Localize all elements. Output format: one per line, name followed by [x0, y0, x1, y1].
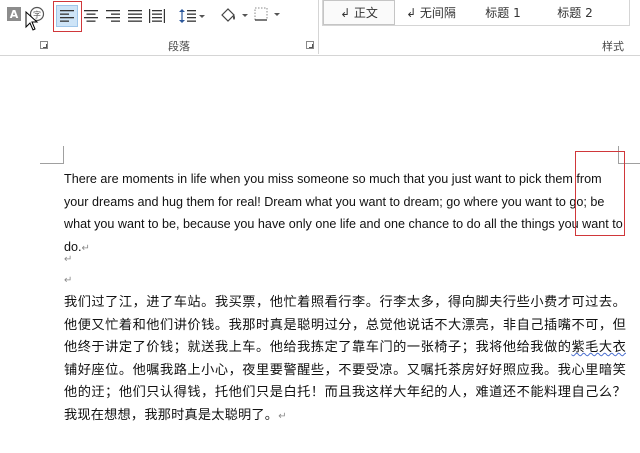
styles-group-label: 样式 [602, 40, 624, 53]
page-corner-mark-left [40, 146, 64, 164]
borders-icon [254, 7, 280, 21]
distributed-align-icon [149, 9, 165, 23]
chinese-paragraph-text-a: 我们过了江，进了车站。我买票，他忙着照看行李。行李太多，得向脚夫行些小费才可过去… [64, 295, 626, 355]
paragraph-dialog-launcher[interactable] [306, 41, 314, 49]
style-no-spacing[interactable]: ↲ 无间隔 [395, 0, 467, 25]
style-heading-1[interactable]: 标题 1 [467, 0, 539, 25]
align-right-icon [106, 10, 120, 22]
paragraph-mark: ↵ [81, 242, 90, 254]
paragraph-mark: ↵ [278, 410, 287, 422]
styles-gallery: ↲ 正文 ↲ 无间隔 标题 1 标题 2 [322, 0, 630, 26]
right-edge-highlight [575, 151, 625, 236]
style-normal[interactable]: ↲ 正文 [323, 0, 395, 25]
english-paragraph-text: There are moments in life when you miss … [64, 172, 623, 254]
spelling-underlined-text: 紫毛大衣 [571, 340, 626, 355]
align-center-button[interactable] [80, 5, 102, 27]
paint-bucket-icon [221, 8, 248, 22]
chinese-paragraph[interactable]: 我们过了江，进了车站。我买票，他忙着照看行李。行李太多，得向脚夫行些小费才可过去… [64, 292, 626, 428]
group-separator [318, 0, 319, 54]
empty-paragraph-1[interactable]: ↵ [64, 254, 72, 265]
align-left-highlight [53, 1, 82, 32]
justify-button[interactable] [124, 5, 146, 27]
english-paragraph[interactable]: There are moments in life when you miss … [64, 168, 624, 260]
align-right-button[interactable] [102, 5, 124, 27]
font-dialog-launcher[interactable] [40, 41, 48, 49]
style-heading-2[interactable]: 标题 2 [539, 0, 611, 25]
paragraph-group-label: 段落 [168, 40, 190, 53]
borders-button[interactable] [252, 4, 284, 26]
chinese-paragraph-text-b: 铺好座位。他嘱我路上小心，夜里要警醒些，不要受凉。又嘱托茶房好好照应我。我心里暗… [64, 362, 626, 423]
empty-paragraph-2[interactable]: ↵ [64, 275, 72, 286]
svg-text:A: A [10, 8, 19, 21]
align-center-icon [84, 10, 98, 22]
ribbon: A 字 段落 ↲ 正文 ↲ 无间隔 标题 1 标题 2 样式 [0, 0, 640, 56]
line-spacing-button[interactable] [176, 5, 208, 27]
line-spacing-icon [179, 9, 205, 23]
character-shading-icon: A [7, 7, 21, 21]
justify-icon [128, 10, 142, 22]
distributed-button[interactable] [146, 5, 168, 27]
character-shading-button[interactable]: A [4, 4, 24, 24]
mouse-pointer-icon [25, 11, 39, 31]
shading-button[interactable] [218, 4, 250, 26]
